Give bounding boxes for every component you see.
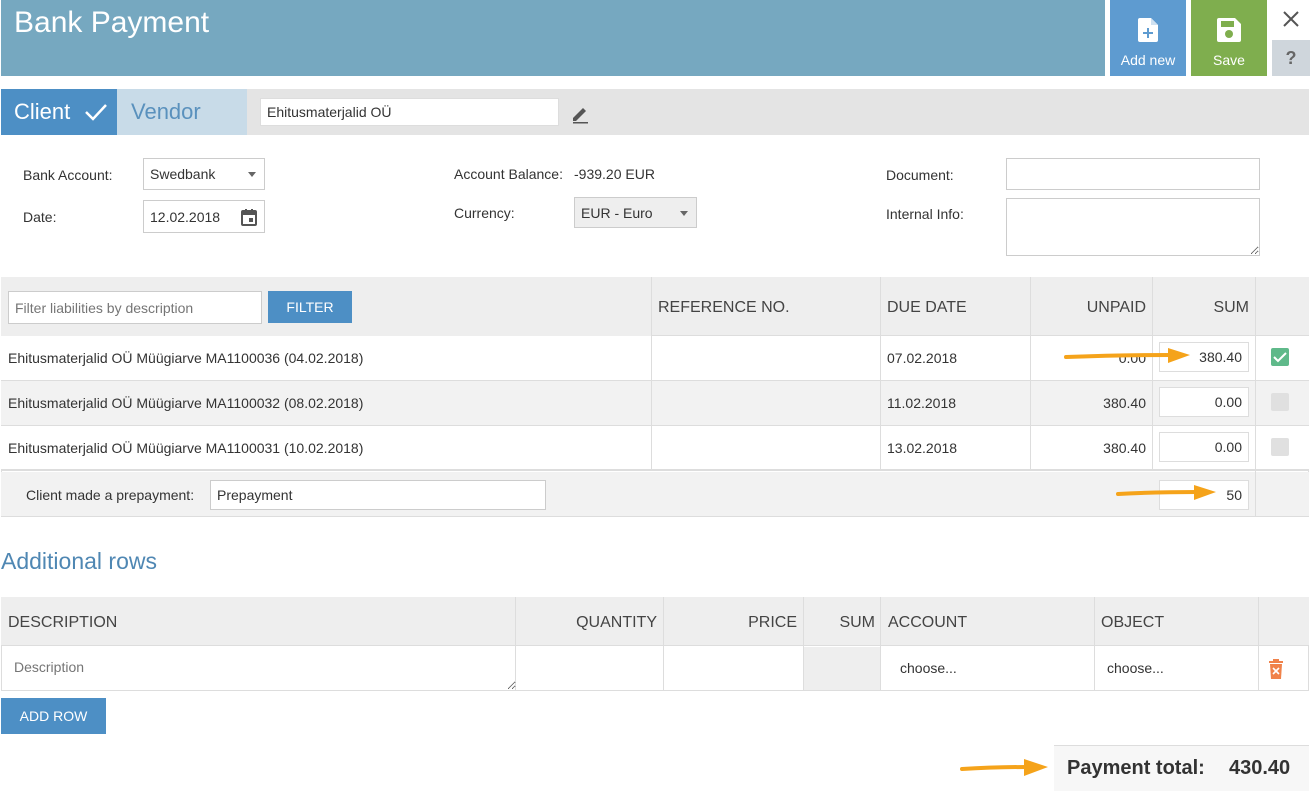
- internal-info-textarea[interactable]: [1006, 198, 1260, 256]
- date-value: 12.02.2018: [150, 208, 221, 225]
- grid-line: [1094, 597, 1095, 691]
- close-icon: [1283, 11, 1299, 27]
- additional-rows-title: Additional rows: [1, 548, 157, 574]
- row-description: Ehitusmaterjalid OÜ Müügiarve MA1100032 …: [8, 395, 364, 411]
- date-field[interactable]: 12.02.2018: [143, 200, 265, 233]
- add-new-label: Add new: [1120, 52, 1176, 68]
- add-row-button[interactable]: ADD ROW: [1, 698, 106, 734]
- bank-account-select[interactable]: Swedbank: [143, 158, 265, 190]
- bank-account-value: Swedbank: [150, 166, 216, 182]
- date-label: Date:: [23, 209, 57, 225]
- filter-input[interactable]: [8, 291, 262, 324]
- annotation-arrow-icon: [1064, 348, 1190, 363]
- row-due-date: 13.02.2018: [887, 440, 958, 456]
- add-new-button[interactable]: Add new: [1110, 0, 1186, 76]
- document-label: Document:: [886, 167, 954, 183]
- row-sum-input[interactable]: 0.00: [1159, 387, 1249, 417]
- row-unpaid: 380.40: [1103, 395, 1146, 411]
- tab-client-label: Client: [14, 99, 71, 124]
- tab-vendor[interactable]: Vendor: [117, 89, 247, 135]
- calendar-icon[interactable]: [241, 209, 257, 226]
- row-unpaid: 380.40: [1103, 440, 1146, 456]
- currency-select[interactable]: EUR - Euro: [574, 197, 697, 228]
- row-select-checkbox[interactable]: [1271, 348, 1289, 366]
- account-balance-value: -939.20 EUR: [574, 166, 655, 182]
- column-header-quantity: QUANTITY: [576, 614, 657, 631]
- prepayment-label: Client made a prepayment:: [26, 487, 195, 503]
- checkmark-icon: [85, 104, 108, 121]
- prepayment-row: [1, 472, 1309, 517]
- floppy-disk-icon: [1217, 18, 1241, 42]
- save-button[interactable]: Save: [1191, 0, 1267, 76]
- column-header-sum: SUM: [1213, 299, 1249, 316]
- pencil-icon[interactable]: [570, 104, 590, 124]
- annotation-arrow-icon: [960, 759, 1048, 776]
- column-header-due-date: DUE DATE: [887, 299, 967, 316]
- column-header-object: OBJECT: [1101, 614, 1165, 631]
- row-due-date: 07.02.2018: [887, 350, 958, 366]
- row-sum-input[interactable]: 0.00: [1159, 432, 1249, 462]
- row-due-date: 11.02.2018: [887, 395, 957, 411]
- account-select[interactable]: choose...: [900, 660, 957, 676]
- bank-account-label: Bank Account:: [23, 167, 113, 183]
- checkmark-icon: [1273, 352, 1287, 363]
- currency-value: EUR - Euro: [581, 204, 653, 221]
- chevron-down-icon: [248, 172, 256, 177]
- party-name-input[interactable]: [260, 98, 559, 126]
- column-header-account: ACCOUNT: [888, 614, 968, 631]
- quantity-input[interactable]: [516, 647, 663, 690]
- grid-line: [1255, 472, 1256, 517]
- payment-total-label: Payment total:: [1067, 757, 1205, 779]
- grid-line: [1030, 336, 1031, 471]
- object-select[interactable]: choose...: [1107, 660, 1164, 676]
- save-label: Save: [1213, 52, 1245, 68]
- chevron-down-icon: [680, 210, 688, 216]
- column-header-sum: SUM: [839, 614, 875, 631]
- prepayment-input[interactable]: [210, 480, 546, 510]
- filter-button[interactable]: FILTER: [268, 291, 352, 323]
- column-header-reference: REFERENCE NO.: [658, 299, 790, 316]
- grid-line: [1258, 597, 1259, 691]
- currency-label: Currency:: [454, 205, 515, 221]
- column-header-price: PRICE: [748, 614, 797, 631]
- account-balance-label: Account Balance:: [454, 166, 563, 182]
- grid-line: [880, 597, 881, 691]
- annotation-arrow-icon: [1116, 485, 1216, 500]
- row-description: Ehitusmaterjalid OÜ Müügiarve MA1100031 …: [8, 440, 364, 456]
- column-header-unpaid: UNPAID: [1086, 299, 1146, 316]
- price-input[interactable]: [664, 647, 803, 690]
- help-button[interactable]: ?: [1272, 40, 1310, 76]
- add-document-icon: [1138, 18, 1158, 42]
- tab-vendor-label: Vendor: [131, 99, 201, 124]
- internal-info-label: Internal Info:: [886, 206, 964, 222]
- row-sum-readonly: [804, 647, 880, 690]
- page-title: Bank Payment: [14, 6, 210, 39]
- grid-line: [651, 336, 652, 471]
- trash-icon[interactable]: [1268, 659, 1284, 679]
- column-header-description: DESCRIPTION: [8, 614, 118, 631]
- row-select-checkbox[interactable]: [1271, 393, 1289, 411]
- grid-line: [880, 336, 881, 471]
- close-button[interactable]: [1272, 0, 1310, 38]
- document-input[interactable]: [1006, 158, 1260, 190]
- row-description: Ehitusmaterjalid OÜ Müügiarve MA1100036 …: [8, 350, 364, 366]
- description-textarea[interactable]: [2, 647, 516, 690]
- tab-client[interactable]: Client: [1, 89, 117, 135]
- payment-total-value: 430.40: [1229, 757, 1291, 779]
- row-select-checkbox[interactable]: [1271, 438, 1289, 456]
